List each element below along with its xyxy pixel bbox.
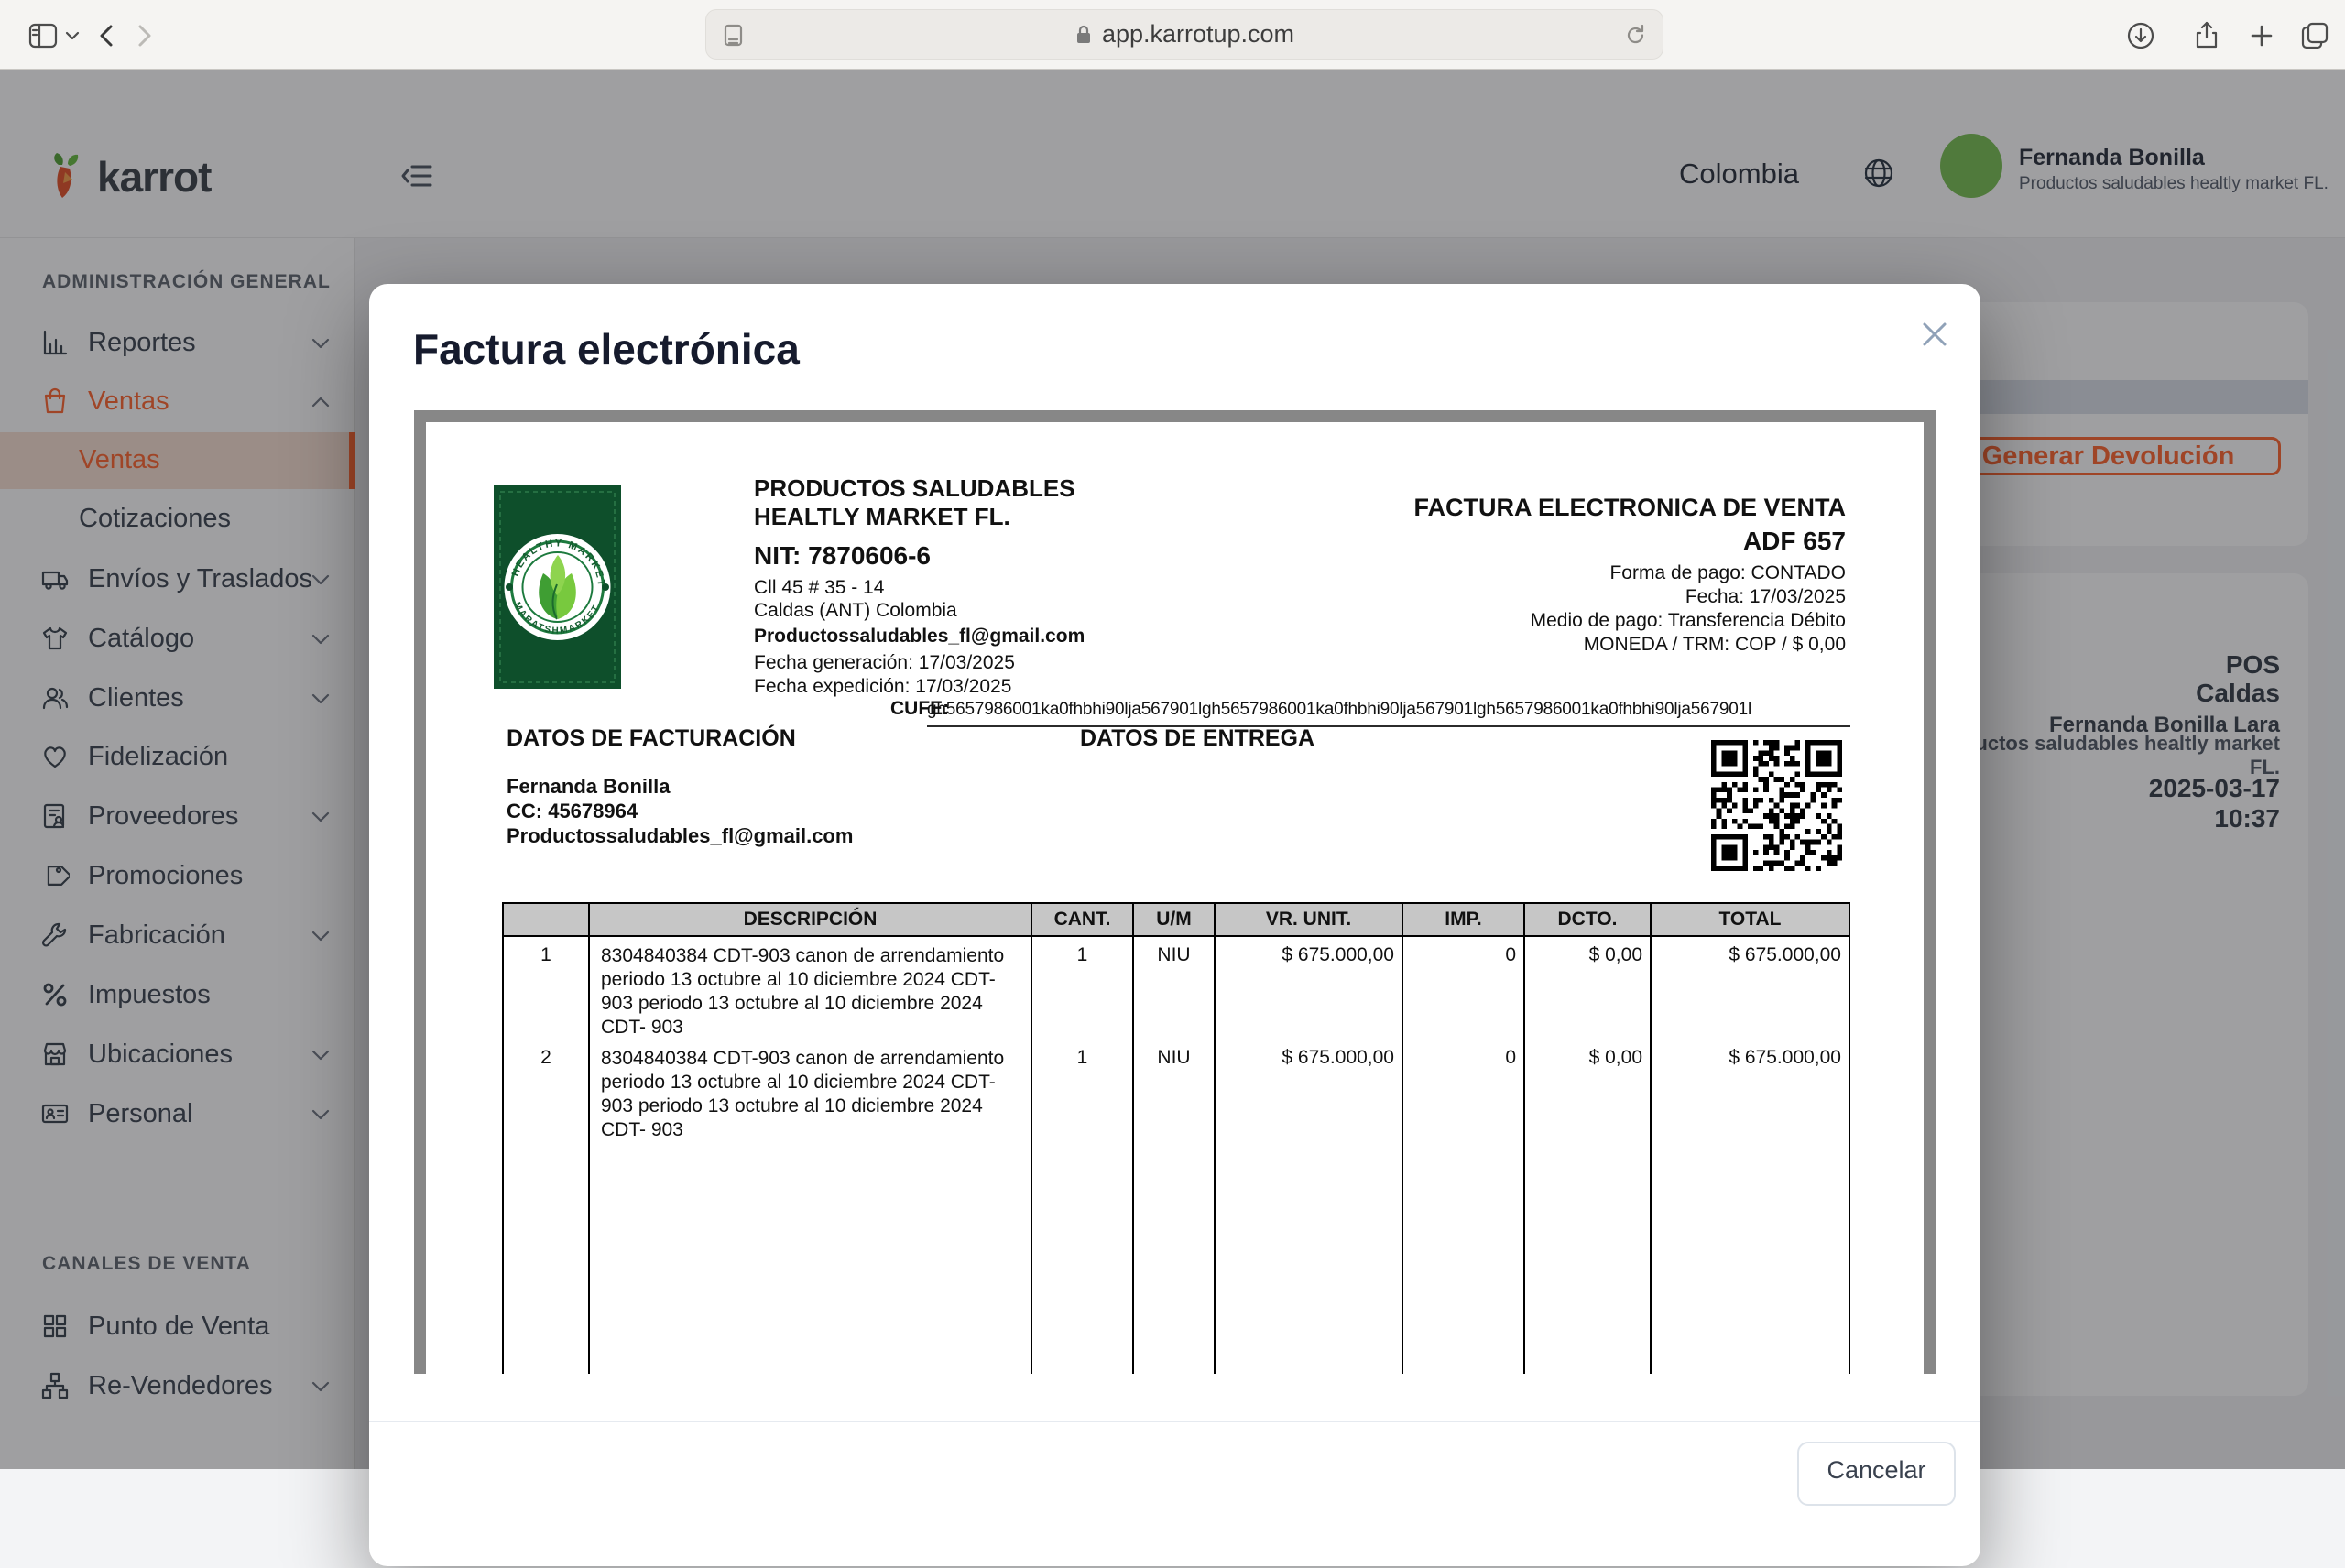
billing-name: Fernanda Bonilla [507, 774, 853, 799]
back-button[interactable] [92, 20, 123, 51]
table-header-row: DESCRIPCIÓN CANT. U/M VR. UNIT. IMP. DCT… [503, 903, 1849, 936]
browser-sidebar-toggle-icon[interactable] [27, 20, 59, 51]
generation-date: Fecha generación: 17/03/2025 [754, 651, 1015, 675]
modal-title: Factura electrónica [413, 324, 800, 374]
billing-email: Productossaludables_fl@gmail.com [507, 823, 853, 848]
chevron-down-icon[interactable] [64, 29, 81, 42]
table-row: 1 8304840384 CDT-903 canon de arrendamie… [503, 936, 1849, 1040]
share-icon[interactable] [2191, 20, 2222, 51]
supplier-nit: NIT: 7870606-6 [754, 541, 931, 571]
invoice-page: HEALTHY MARKET MARATSHMARKET PRODUCTOS S… [426, 422, 1924, 1374]
delivery-section-title: DATOS DE ENTREGA [1080, 725, 1314, 752]
url-text: app.karrotup.com [1102, 20, 1294, 49]
invoice-number: ADF 657 [1205, 527, 1846, 556]
billing-id: CC: 45678964 [507, 799, 853, 823]
cancel-button[interactable]: Cancelar [1797, 1442, 1956, 1506]
cufe-value: gh5657986001ka0fhbhi90lja567901lgh565798… [927, 700, 1850, 727]
billing-section-title: DATOS DE FACTURACIÓN [507, 725, 796, 752]
forward-button[interactable] [128, 20, 159, 51]
company-logo: HEALTHY MARKET MARATSHMARKET [494, 485, 621, 689]
supplier-address: Cll 45 # 35 - 14 [754, 576, 957, 599]
new-tab-icon[interactable] [2246, 20, 2277, 51]
invoice-modal: Factura electrónica HEALTHY MARKET MARAT… [369, 284, 1980, 1566]
supplier-email: Productossaludables_fl@gmail.com [754, 626, 1085, 648]
supplier-name-line1: PRODUCTOS SALUDABLES [754, 474, 1075, 503]
invoice-pdf-viewer[interactable]: HEALTHY MARKET MARATSHMARKET PRODUCTOS S… [414, 410, 1936, 1374]
supplier-name-line2: HEALTLY MARKET FL. [754, 503, 1075, 531]
address-bar[interactable]: app.karrotup.com [705, 9, 1663, 60]
tab-overview-icon[interactable] [2299, 20, 2330, 51]
table-row: 2 8304840384 CDT-903 canon de arrendamie… [503, 1040, 1849, 1149]
supplier-city: Caldas (ANT) Colombia [754, 599, 957, 622]
currency-trm: MONEDA / TRM: COP / $ 0,00 [1205, 633, 1846, 657]
reload-icon[interactable] [1623, 23, 1648, 48]
payment-method: Medio de pago: Transferencia Débito [1205, 609, 1846, 633]
invoice-title: FACTURA ELECTRONICA DE VENTA [1205, 494, 1846, 522]
invoice-items-table: DESCRIPCIÓN CANT. U/M VR. UNIT. IMP. DCT… [502, 902, 1850, 1374]
lock-icon [1074, 24, 1093, 46]
modal-footer: Cancelar [369, 1421, 1980, 1568]
payment-form: Forma de pago: CONTADO [1205, 561, 1846, 585]
browser-toolbar: app.karrotup.com [0, 0, 2345, 70]
downloads-icon[interactable] [2125, 20, 2156, 51]
issue-date: Fecha expedición: 17/03/2025 [754, 675, 1015, 699]
close-icon[interactable] [1915, 315, 1954, 354]
qr-code [1711, 740, 1842, 871]
table-filler-row [503, 1149, 1849, 1374]
invoice-date: Fecha: 17/03/2025 [1205, 585, 1846, 609]
